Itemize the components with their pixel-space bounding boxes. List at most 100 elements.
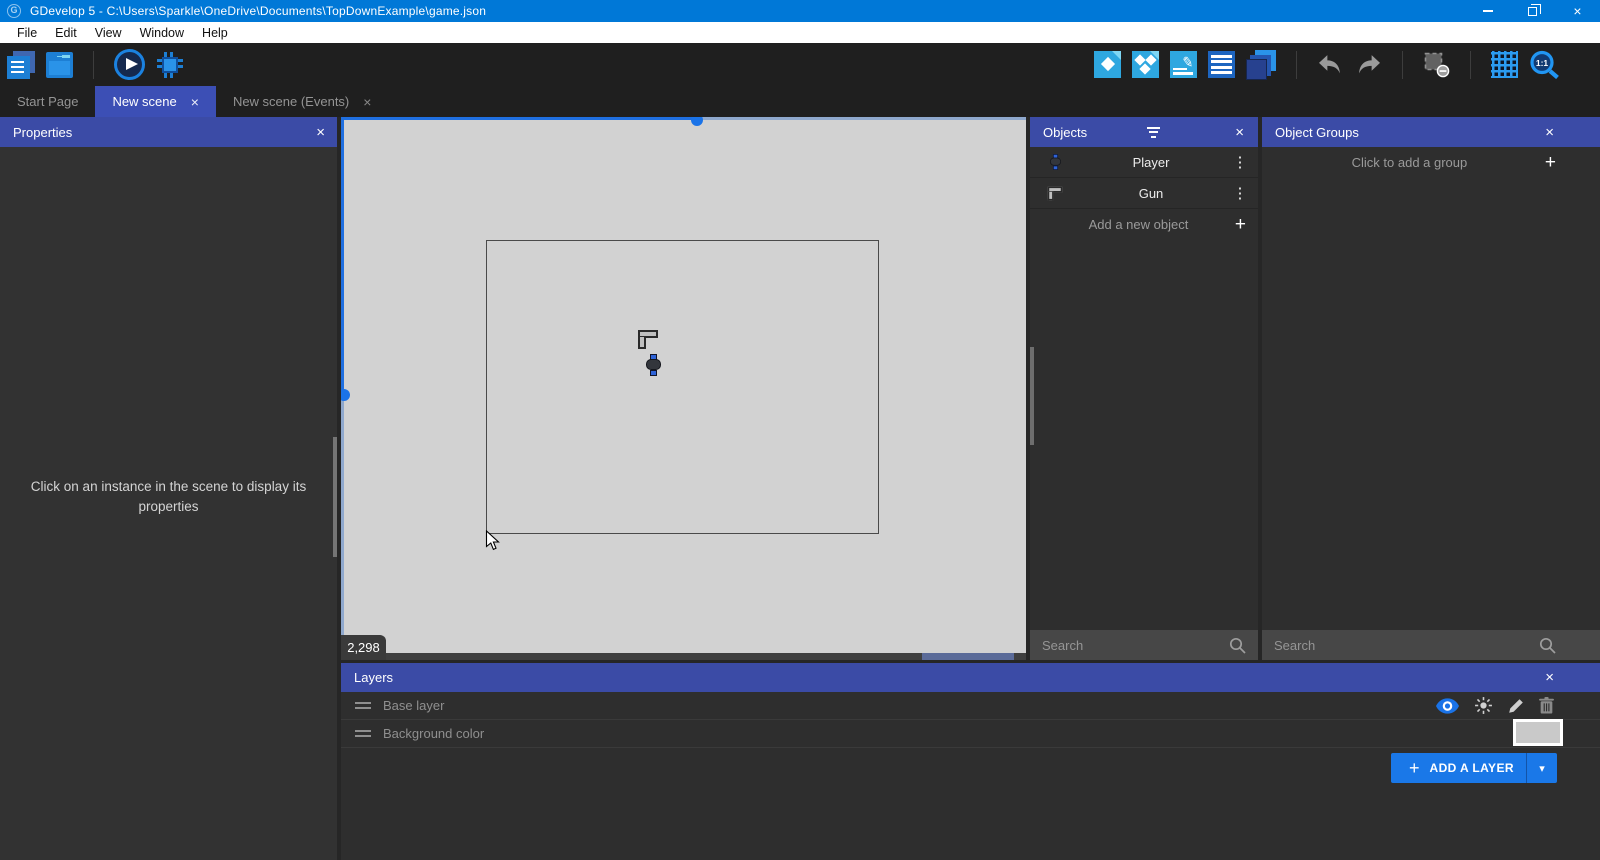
menu-help[interactable]: Help [193,26,237,40]
close-button[interactable]: × [1555,0,1600,22]
object-groups-panel-header: Object Groups × [1262,117,1600,147]
object-row-player[interactable]: Player ⋮ [1030,147,1258,178]
drag-handle-icon[interactable] [355,702,371,709]
plus-icon: + [1544,152,1556,173]
start-page-window-icon[interactable] [46,51,73,78]
mouse-cursor-icon [485,530,500,551]
object-groups-close-icon[interactable]: × [1545,124,1554,141]
layers-close-icon[interactable]: × [1545,669,1554,686]
layer-actions [1436,696,1600,715]
search-icon [1229,637,1246,654]
window-title: GDevelop 5 - C:\Users\Sparkle\OneDrive\D… [30,4,487,18]
object-menu-icon[interactable]: ⋮ [1232,184,1248,202]
object-row-gun[interactable]: Gun ⋮ [1030,178,1258,209]
canvas-horizontal-scrollbar[interactable] [341,653,1026,660]
resize-handle-top[interactable] [691,117,703,126]
instances-list-toggle-icon[interactable] [1208,51,1235,78]
toolbar-right-group: ✎ 1:1 [1094,49,1560,80]
minimize-button[interactable] [1465,0,1510,22]
groups-search-input[interactable] [1262,637,1539,653]
add-group-button[interactable]: Click to add a group + [1262,147,1600,178]
tab-start-page[interactable]: Start Page [0,86,95,117]
filter-icon[interactable] [1146,126,1160,138]
app-window: G GDevelop 5 - C:\Users\Sparkle\OneDrive… [0,0,1600,860]
object-name: Gun [1138,185,1164,201]
tab-label: Start Page [17,94,79,109]
gdevelop-logo-icon: G [7,4,21,18]
properties-panel-header: Properties × [0,117,337,147]
tab-new-scene-events[interactable]: New scene (Events) × [216,86,389,117]
object-groups-panel-title: Object Groups [1275,124,1359,140]
undo-icon[interactable] [1317,53,1344,76]
scene-canvas[interactable]: 2,298 [341,117,1026,660]
objects-scrollbar[interactable] [1030,347,1034,445]
scene-status-badge: 2,298 [341,635,386,660]
project-manager-icon[interactable] [7,50,35,79]
layer-row-background-color[interactable]: Background color [341,720,1600,748]
add-group-label: Click to add a group [1351,155,1468,170]
delete-layer-trash-icon[interactable] [1539,697,1554,714]
add-new-object-button[interactable]: Add a new object + [1030,209,1258,240]
objects-panel: Objects × Player ⋮ Gun ⋮ Add a new objec… [1030,117,1258,660]
layer-row-base[interactable]: Base layer [341,692,1600,720]
menu-view[interactable]: View [86,26,131,40]
redo-icon[interactable] [1355,53,1382,76]
objects-panel-header: Objects × [1030,117,1258,147]
grid-toggle-icon[interactable] [1491,51,1518,78]
tab-new-scene[interactable]: New scene × [95,86,216,117]
debug-icon[interactable] [156,51,184,79]
menu-edit[interactable]: Edit [46,26,86,40]
player-object-icon [1040,151,1070,173]
toolbar-separator [1402,50,1403,79]
plus-icon: + [1409,757,1420,778]
objects-close-icon[interactable]: × [1235,124,1244,141]
visibility-eye-icon[interactable] [1436,697,1459,714]
gun-instance[interactable] [638,330,658,349]
selection-edge-left [341,117,344,396]
object-groups-panel-toggle-icon[interactable] [1132,51,1159,78]
menu-window[interactable]: Window [131,26,193,40]
toolbar: ✎ 1:1 [0,43,1600,86]
gun-sprite [638,330,658,349]
objects-panel-toggle-icon[interactable] [1094,51,1121,78]
layers-panel-title: Layers [354,670,394,685]
edit-layer-pencil-icon[interactable] [1508,698,1524,714]
properties-panel: Properties × Click on an instance in the… [0,117,337,860]
scene-window-frame [486,240,879,534]
zoom-1-1-icon[interactable]: 1:1 [1529,50,1560,79]
restore-icon [1528,3,1541,16]
tab-close-icon[interactable]: × [191,94,199,110]
resize-handle-left[interactable] [341,389,350,401]
editor-tabbar: Start Page New scene × New scene (Events… [0,86,1600,117]
restore-button[interactable] [1510,0,1555,22]
properties-close-icon[interactable]: × [316,124,325,141]
properties-panel-toggle-icon[interactable]: ✎ [1170,51,1197,78]
layers-panel-header: Layers × [341,663,1600,692]
object-groups-panel: Object Groups × Click to add a group + [1262,117,1600,660]
object-menu-icon[interactable]: ⋮ [1232,153,1248,171]
objects-panel-title: Objects [1043,124,1088,140]
canvas-horizontal-scrollbar-thumb[interactable] [922,653,1014,660]
layer-effects-icon[interactable] [1474,696,1493,715]
menubar: File Edit View Window Help [0,22,1600,43]
objects-search-input[interactable] [1030,637,1229,653]
objects-search-bar [1030,630,1258,660]
properties-empty-message: Click on an instance in the scene to dis… [30,479,307,514]
add-layer-button[interactable]: + ADD A LAYER ▾ [1391,753,1557,783]
background-color-swatch[interactable] [1513,719,1563,746]
preview-play-icon[interactable] [114,49,145,80]
selection-edge-top [341,117,697,120]
titlebar: G GDevelop 5 - C:\Users\Sparkle\OneDrive… [0,0,1600,22]
player-instance[interactable] [646,354,661,376]
add-layer-label: ADD A LAYER [1429,761,1514,775]
selection-edge-left-light [341,396,344,660]
add-new-object-label: Add a new object [1088,217,1189,232]
delete-selection-icon[interactable] [1423,51,1450,78]
tab-close-icon[interactable]: × [363,94,371,110]
svg-text:1:1: 1:1 [1536,58,1549,68]
layers-panel-toggle-icon[interactable] [1246,49,1276,80]
chevron-down-icon[interactable]: ▾ [1527,762,1557,775]
drag-handle-icon[interactable] [355,730,371,737]
menu-file[interactable]: File [8,26,46,40]
project-manager-icon-front [7,55,30,79]
